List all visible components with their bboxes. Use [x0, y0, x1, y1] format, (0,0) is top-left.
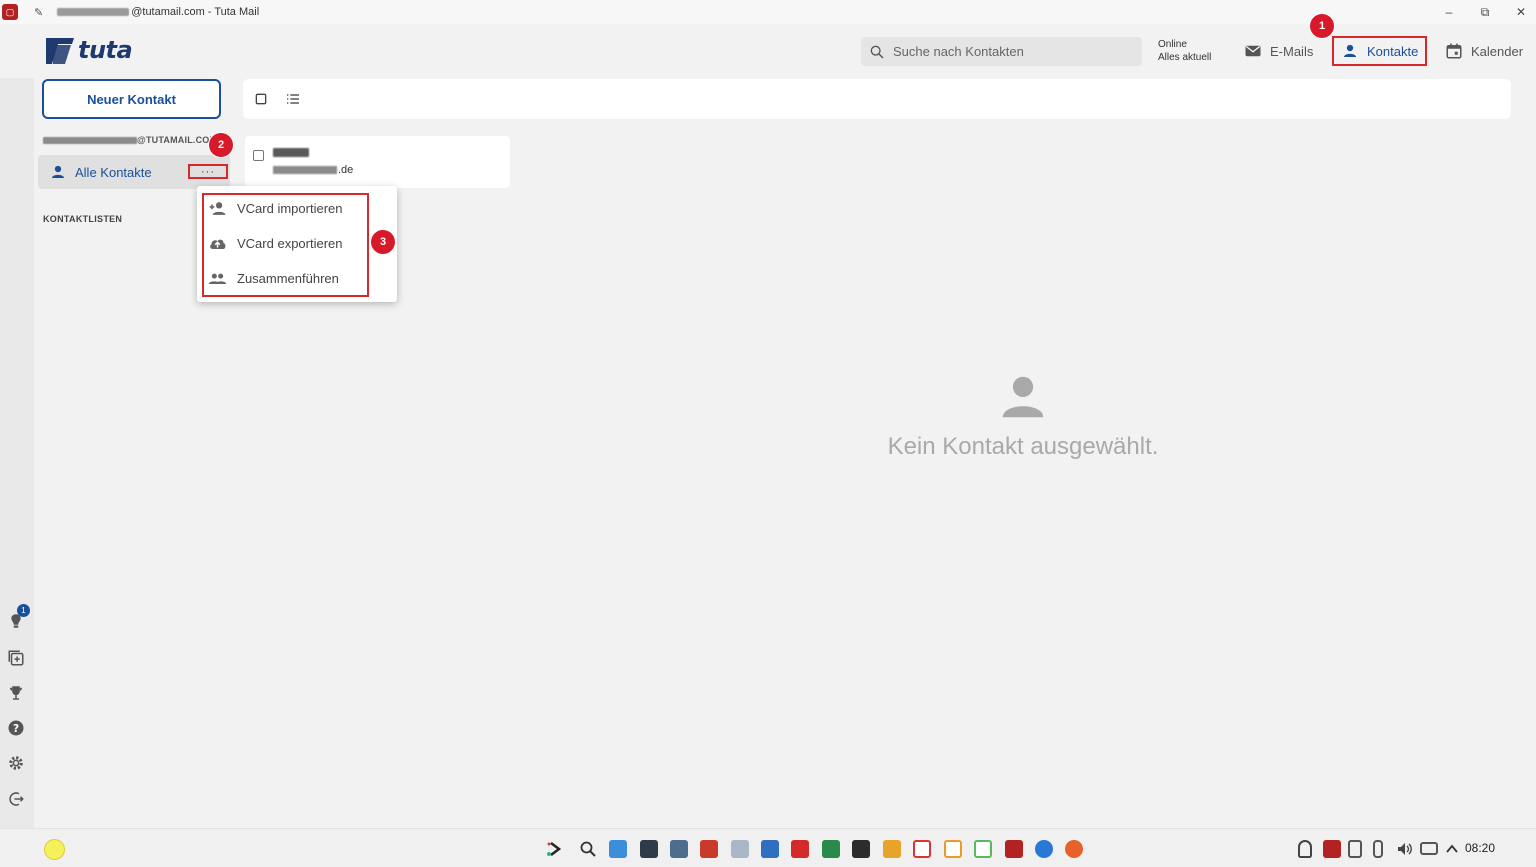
layers-icon[interactable]: [883, 840, 901, 858]
launcher-icon[interactable]: [546, 840, 564, 858]
clipboard-icon[interactable]: [1348, 840, 1362, 858]
terminal-icon[interactable]: [640, 840, 658, 858]
tuta-logo: tuta: [44, 34, 133, 66]
menu-item-merge[interactable]: Zusammenführen: [208, 266, 339, 290]
redacted-address: [57, 8, 130, 17]
logo-text: tuta: [78, 36, 133, 64]
empty-detail-state: Kein Kontakt ausgewählt.: [860, 370, 1186, 461]
new-contact-button[interactable]: Neuer Kontakt: [42, 79, 221, 119]
device-icon[interactable]: [852, 840, 870, 858]
network-icon[interactable]: [1420, 842, 1438, 855]
tray-expand-icon[interactable]: [1443, 840, 1461, 858]
browser-icon[interactable]: [1035, 840, 1053, 858]
status-online: Online: [1158, 39, 1187, 50]
contact-checkbox[interactable]: [253, 150, 264, 161]
person-placeholder-icon: [1002, 376, 1044, 418]
select-all-checkbox-icon[interactable]: [253, 91, 269, 107]
weather-sun-icon[interactable]: [44, 839, 65, 860]
file-manager-icon[interactable]: [609, 840, 627, 858]
notification-bell-icon[interactable]: [1298, 840, 1312, 858]
window-controls: – ⧉ ✕: [1442, 0, 1528, 24]
usb-icon[interactable]: [1373, 840, 1383, 858]
nav-emails-label: E-Mails: [1270, 43, 1314, 59]
redacted-account: [43, 137, 137, 145]
contact-list-item[interactable]: .de: [245, 136, 510, 188]
restore-button[interactable]: ⧉: [1478, 5, 1492, 20]
annotation-step-1: 1: [1310, 14, 1334, 38]
account-suffix: @TUTAMAIL.COM: [137, 135, 218, 145]
contact-email: .de: [273, 164, 353, 176]
nav-calendar-label: Kalender: [1471, 43, 1524, 59]
book-icon[interactable]: [822, 840, 840, 858]
minimize-button[interactable]: –: [1442, 5, 1456, 19]
tuta-taskbar-icon[interactable]: [1005, 840, 1023, 858]
menu-item-label: VCard importieren: [237, 200, 343, 216]
cloud-upload-icon: [210, 239, 226, 249]
os-taskbar: 08:20: [0, 828, 1536, 867]
nav-calendar[interactable]: Kalender: [1438, 36, 1530, 66]
tray-tuta-icon[interactable]: [1323, 840, 1341, 858]
office-spreadsheet-icon[interactable]: [944, 840, 962, 858]
contact-search[interactable]: [861, 37, 1142, 66]
search-icon: [870, 45, 884, 59]
trophy-icon[interactable]: [7, 684, 25, 702]
contacts-context-menu: VCard importieren VCard exportieren Zusa…: [197, 186, 397, 302]
tuta-logo-icon: [46, 38, 74, 64]
help-icon[interactable]: ?: [7, 719, 25, 737]
more-options-button[interactable]: ···: [188, 164, 228, 179]
window-app-icon[interactable]: [761, 840, 779, 858]
nav-contacts[interactable]: Kontakte: [1332, 36, 1428, 66]
pin-icon[interactable]: ✎: [34, 6, 43, 19]
settings-icon[interactable]: [7, 754, 25, 772]
status-uptodate: Alles aktuell: [1158, 52, 1212, 63]
redacted-contact-name: [273, 148, 309, 157]
logout-icon[interactable]: [7, 790, 25, 808]
notification-badge: 1: [17, 604, 30, 617]
firefox-icon[interactable]: [1065, 840, 1083, 858]
contact-lists-heading: KONTAKTLISTEN: [43, 214, 123, 224]
people-icon: [208, 273, 227, 284]
window-title-text: @tutamail.com - Tuta Mail: [131, 6, 260, 18]
window-titlebar: ▢ ✎ @tutamail.com - Tuta Mail – ⧉ ✕: [0, 0, 1536, 24]
monitor-icon[interactable]: [670, 840, 688, 858]
annotation-step-2: 2: [209, 133, 233, 157]
volume-icon[interactable]: [1396, 840, 1414, 858]
contact-email-suffix: .de: [338, 164, 354, 176]
all-contacts-label: Alle Kontakte: [75, 164, 152, 180]
close-button[interactable]: ✕: [1514, 5, 1528, 19]
tools-icon[interactable]: [700, 840, 718, 858]
window-title: @tutamail.com - Tuta Mail: [57, 6, 259, 18]
taskbar-clock[interactable]: 08:20: [1465, 841, 1495, 855]
calendar-icon: [1446, 43, 1462, 59]
empty-message: Kein Kontakt ausgewählt.: [887, 433, 1159, 460]
redacted-email: [273, 166, 337, 174]
person-icon: [52, 165, 64, 178]
jar-icon[interactable]: [731, 840, 749, 858]
sync-status: Online Alles aktuell: [1158, 38, 1211, 64]
list-sort-icon[interactable]: [285, 91, 301, 107]
mail-icon: [1245, 45, 1261, 57]
tuta-app-icon: ▢: [2, 4, 18, 20]
office-presentation-icon[interactable]: [974, 840, 992, 858]
list-toolbar: [243, 79, 1511, 119]
person-add-icon: [209, 201, 226, 215]
person-icon: [1344, 44, 1356, 57]
menu-item-label: Zusammenführen: [237, 270, 339, 286]
search-input[interactable]: [893, 44, 1133, 59]
taskbar-search-icon[interactable]: [579, 840, 597, 858]
menu-item-vcard-import[interactable]: VCard importieren: [208, 196, 343, 220]
office-text-icon[interactable]: [913, 840, 931, 858]
annotation-step-3: 3: [371, 230, 395, 254]
menu-item-label: VCard exportieren: [237, 235, 343, 251]
menu-item-vcard-export[interactable]: VCard exportieren: [208, 231, 343, 255]
left-rail: ?: [0, 78, 34, 828]
add-window-icon[interactable]: [7, 649, 25, 667]
account-label: @TUTAMAIL.COM: [43, 135, 217, 145]
nav-contacts-label: Kontakte: [1367, 43, 1419, 59]
svg-text:?: ?: [13, 723, 19, 735]
pdf-icon[interactable]: [791, 840, 809, 858]
nav-emails[interactable]: E-Mails: [1237, 36, 1320, 66]
